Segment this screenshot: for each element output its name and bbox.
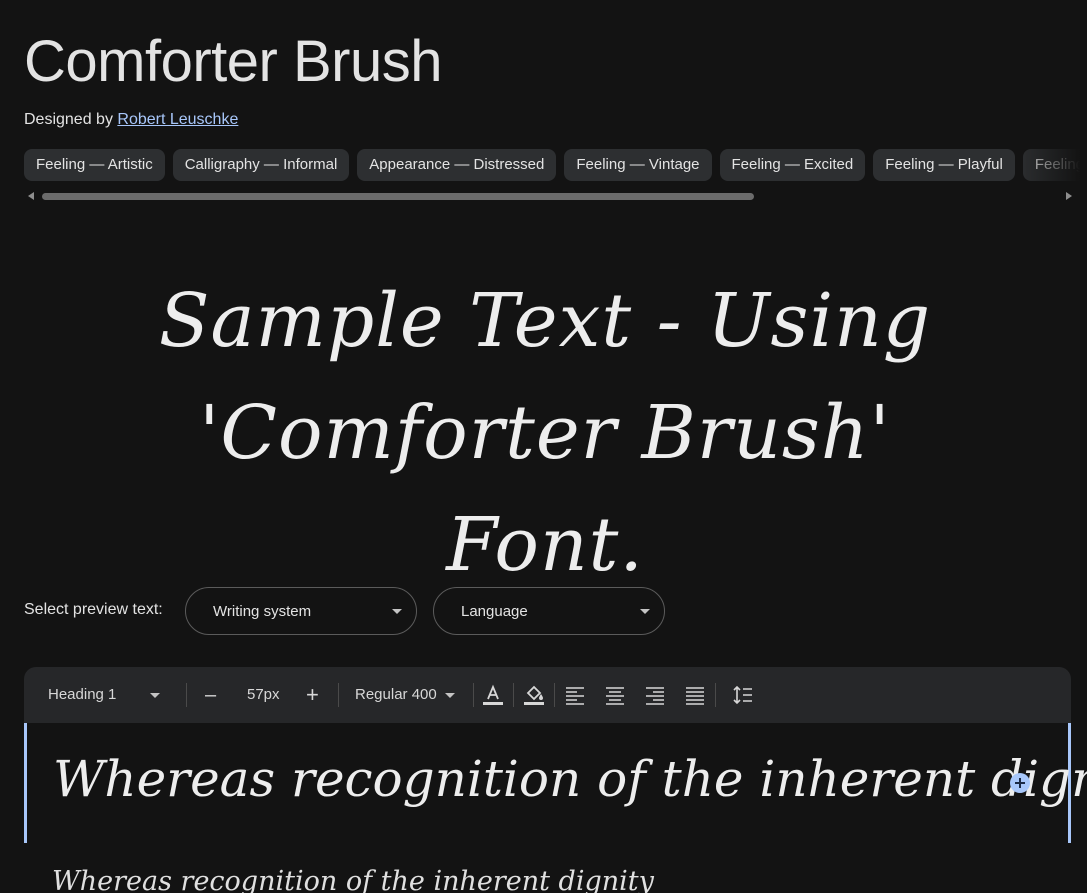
align-justify-icon[interactable]: [683, 683, 707, 707]
tag-chip[interactable]: Appearance — Distressed: [357, 149, 557, 181]
font-detail-page: Comforter Brush Designed by Robert Leusc…: [0, 0, 1087, 893]
language-dropdown[interactable]: Language: [433, 587, 665, 635]
text-style-label: Heading 1: [48, 686, 117, 703]
chevron-down-icon: [150, 692, 161, 698]
chevron-down-icon: [444, 692, 455, 698]
scroll-right-icon[interactable]: [1066, 192, 1072, 200]
tag-chip[interactable]: Calligraphy — Informal: [172, 149, 350, 181]
writing-system-label: Writing system: [213, 603, 312, 620]
preview-heading-text[interactable]: Whereas recognition of the inherent dign…: [53, 747, 1087, 811]
designer-line: Designed by Robert Leuschke: [24, 111, 238, 129]
chevron-down-icon: [640, 609, 650, 614]
font-weight-label: Regular 400: [355, 686, 437, 703]
toolbar-divider: [513, 683, 514, 707]
toolbar-divider: [473, 683, 474, 707]
preview-toolbar: Heading 1 – 57px + Regular 400: [24, 667, 1071, 723]
font-size-value[interactable]: 57px: [247, 667, 280, 723]
line-height-icon[interactable]: [731, 683, 755, 707]
tag-chip[interactable]: Feeling — Vintage: [564, 149, 712, 181]
align-center-icon[interactable]: [603, 683, 627, 707]
tag-chip[interactable]: Feeling — Excited: [719, 149, 866, 181]
add-style-icon[interactable]: [1010, 773, 1030, 793]
align-right-icon[interactable]: [643, 683, 667, 707]
text-style-select[interactable]: Heading 1: [48, 667, 161, 723]
tag-chip[interactable]: Feeling — Playful: [873, 149, 1015, 181]
toolbar-divider: [715, 683, 716, 707]
designer-link[interactable]: Robert Leuschke: [117, 111, 238, 128]
tags-scrollbar[interactable]: [24, 190, 1072, 202]
select-preview-label: Select preview text:: [24, 601, 163, 618]
chevron-down-icon: [392, 609, 402, 614]
scroll-left-icon[interactable]: [28, 192, 34, 200]
font-weight-select[interactable]: Regular 400: [355, 667, 455, 723]
designed-by-label: Designed by: [24, 111, 118, 128]
tag-chip[interactable]: Feeling — Artistic: [24, 149, 165, 181]
language-label: Language: [461, 603, 528, 620]
tag-chip[interactable]: Feeling — Calm: [1022, 149, 1087, 181]
toolbar-divider: [186, 683, 187, 707]
increase-size-button[interactable]: +: [306, 667, 319, 723]
decrease-size-button[interactable]: –: [205, 667, 216, 723]
preview-body-text[interactable]: Whereas recognition of the inherent dign…: [52, 862, 654, 893]
writing-system-dropdown[interactable]: Writing system: [185, 587, 417, 635]
align-left-icon[interactable]: [563, 683, 587, 707]
sample-line-1: Sample Text - Using 'Comforter Brush': [158, 278, 932, 476]
highlight-color-icon[interactable]: [522, 683, 546, 707]
text-color-icon[interactable]: [481, 683, 505, 707]
sample-text-preview: Sample Text - Using 'Comforter Brush' Fo…: [20, 265, 1070, 601]
scrollbar-thumb[interactable]: [42, 193, 754, 200]
page-title: Comforter Brush: [24, 29, 442, 94]
toolbar-divider: [554, 683, 555, 707]
toolbar-divider: [338, 683, 339, 707]
tag-list: Feeling — Artistic Calligraphy — Informal…: [24, 149, 1087, 181]
sample-line-2: Font.: [446, 502, 644, 588]
editable-preview-row[interactable]: Whereas recognition of the inherent dign…: [24, 723, 1087, 843]
